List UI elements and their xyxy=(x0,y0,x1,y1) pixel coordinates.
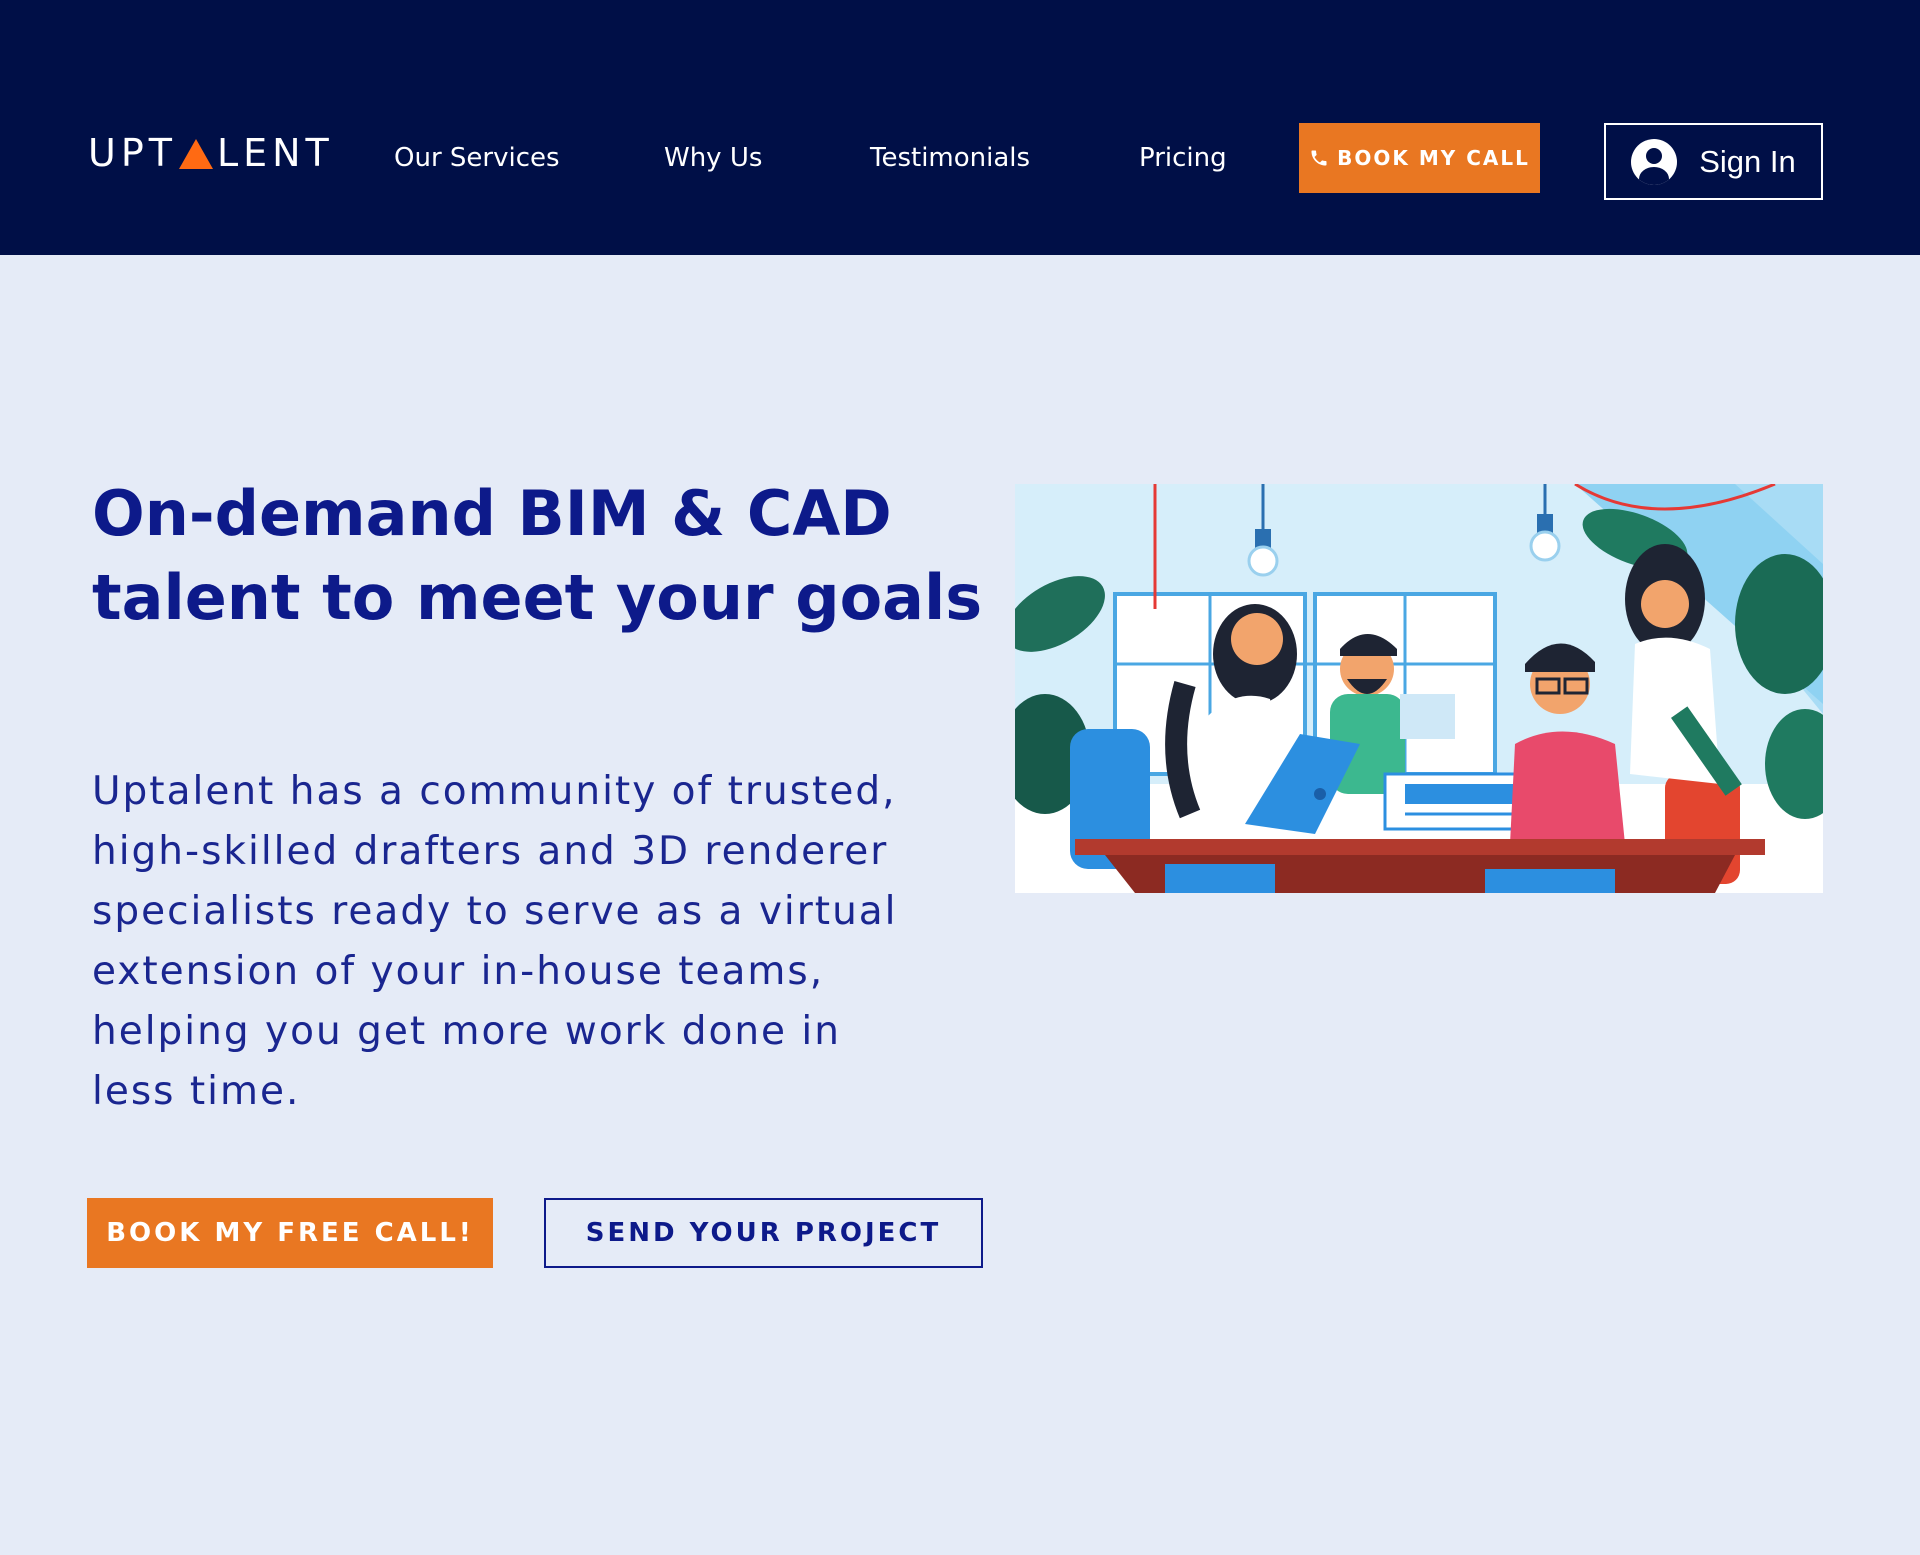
book-my-call-button[interactable]: BOOK MY CALL xyxy=(1299,123,1540,193)
team-collaboration-illustration xyxy=(1015,484,1823,893)
triangle-a-icon xyxy=(178,139,213,169)
nav-why-us[interactable]: Why Us xyxy=(664,140,762,176)
phone-icon xyxy=(1311,150,1327,166)
uptalent-logo[interactable]: UPT LENT xyxy=(88,134,334,172)
site-header: UPT LENT Our Services Why Us Testimonials… xyxy=(0,0,1920,255)
hero-title: On-demand BIM & CAD talent to meet your … xyxy=(92,477,983,634)
logo-text-left: UPT xyxy=(88,131,177,175)
send-project-button[interactable]: SEND YOUR PROJECT xyxy=(544,1198,983,1268)
nav-testimonials[interactable]: Testimonials xyxy=(870,140,1030,176)
sign-in-button[interactable]: Sign In xyxy=(1604,123,1823,200)
book-free-call-button[interactable]: BOOK MY FREE CALL! xyxy=(87,1198,493,1268)
hero-description: Uptalent has a community of trusted, hig… xyxy=(92,769,898,1114)
logo-text-right: LENT xyxy=(216,131,334,175)
book-my-call-label: BOOK MY CALL xyxy=(1337,146,1530,170)
nav-our-services[interactable]: Our Services xyxy=(394,140,560,176)
user-avatar-icon xyxy=(1631,138,1678,185)
nav-pricing[interactable]: Pricing xyxy=(1139,140,1227,176)
sign-in-label: Sign In xyxy=(1699,143,1796,179)
